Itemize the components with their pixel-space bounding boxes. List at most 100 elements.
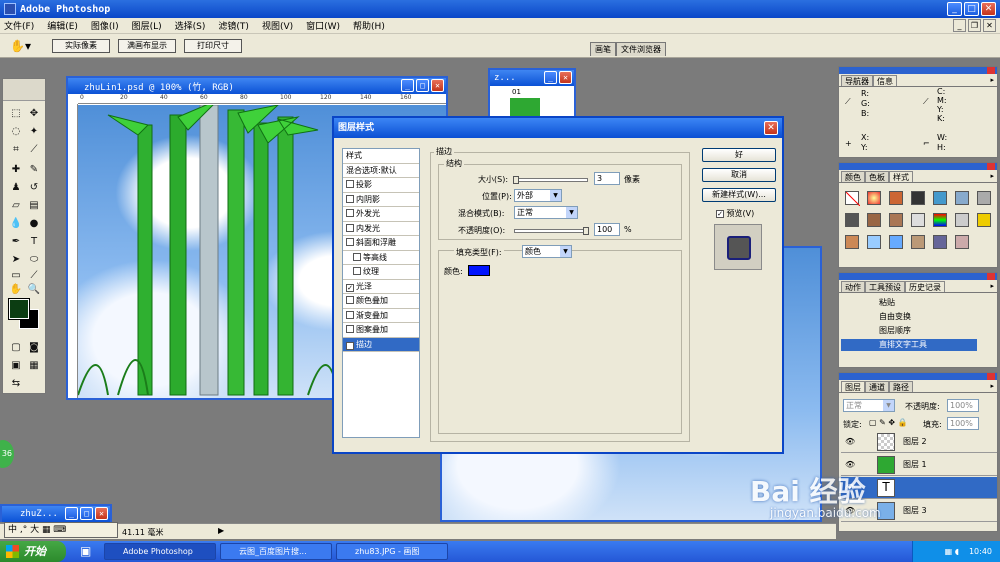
doc2-title-bar[interactable]: z... _ ✕ (490, 70, 574, 86)
style-swatch[interactable] (977, 213, 991, 227)
eraser-tool-icon[interactable]: ▱ (9, 199, 23, 213)
opacity-slider-knob[interactable] (583, 227, 589, 235)
checkbox[interactable] (346, 296, 354, 304)
style-swatch[interactable] (911, 235, 925, 249)
zoom-tool-icon[interactable]: 🔍 (27, 283, 41, 297)
taskbar-item-browser[interactable]: 云图_百度图片搜... (220, 543, 332, 560)
ime-toolbar[interactable]: 中 ,° 大 ▦ ⌨ (4, 522, 118, 538)
style-item-blending[interactable]: 混合选项:默认 (343, 164, 419, 178)
slice-tool-icon[interactable]: ⟋ (27, 143, 41, 157)
style-item-styles[interactable]: 样式 (343, 149, 419, 164)
doc1-close-button[interactable]: ✕ (431, 79, 444, 92)
style-swatch[interactable] (845, 235, 859, 249)
pen-tool-icon[interactable]: ✒ (9, 235, 23, 249)
layer-opacity-input[interactable]: 100% (947, 399, 979, 412)
print-size-button[interactable]: 打印尺寸 (184, 39, 242, 53)
foreground-color-swatch[interactable] (8, 298, 30, 320)
panel-close-icon[interactable] (987, 273, 995, 280)
style-item-stroke[interactable]: ✓ 描边 (343, 337, 419, 352)
tab-styles[interactable]: 样式 (889, 171, 913, 182)
document-window-small[interactable]: z... _ ✕ 01 (488, 68, 576, 120)
checkbox[interactable] (346, 209, 354, 217)
panel-close-icon[interactable] (987, 163, 995, 170)
tab-brushes[interactable]: 画笔 (590, 42, 616, 56)
new-style-button[interactable]: 新建样式(W)... (702, 188, 776, 202)
history-brush-icon[interactable]: ↺ (27, 181, 41, 195)
panel-title-bar[interactable] (839, 373, 997, 380)
blend-mode-select[interactable]: 正常 ▼ (843, 399, 895, 412)
size-slider-knob[interactable] (513, 176, 519, 184)
panel-menu-icon[interactable]: ▸ (990, 76, 994, 84)
status-arrow-icon[interactable]: ▶ (218, 526, 224, 535)
fit-screen-button[interactable]: 满画布显示 (118, 39, 176, 53)
style-item-inner-glow[interactable]: 内发光 (343, 222, 419, 236)
eye-icon[interactable]: 👁 (845, 437, 855, 446)
type-tool-icon[interactable]: T (27, 235, 41, 249)
marquee-tool-icon[interactable]: ⬚ (9, 107, 23, 121)
menu-filter[interactable]: 滤镜(T) (218, 19, 249, 32)
panel-menu-icon[interactable]: ▸ (990, 282, 994, 290)
quickmask-mode-icon[interactable]: ◙ (27, 341, 41, 355)
lock-icons[interactable]: ▢ ✎ ✥ 🔒 (869, 418, 908, 427)
style-item-color-overlay[interactable]: 颜色叠加 (343, 294, 419, 309)
doc1-maximize-button[interactable]: □ (416, 79, 429, 92)
style-item-drop-shadow[interactable]: 投影 (343, 178, 419, 193)
style-item-satin[interactable]: ✓ 光泽 (343, 280, 419, 294)
doc3-close-button[interactable]: ✕ (95, 507, 108, 520)
panel-close-icon[interactable] (987, 373, 995, 380)
taskbar-item-photoshop[interactable]: Adobe Photoshop (104, 543, 216, 560)
style-swatch[interactable] (845, 213, 859, 227)
doc3-maximize-button[interactable]: □ (80, 507, 93, 520)
style-swatch[interactable] (955, 235, 969, 249)
history-item[interactable]: 粘贴 (841, 297, 977, 309)
stroke-color-swatch[interactable] (468, 265, 490, 276)
style-swatch[interactable] (867, 213, 881, 227)
tab-file-browser[interactable]: 文件浏览器 (616, 42, 666, 56)
checkbox-checked[interactable]: ✓ (346, 341, 354, 350)
doc1-minimize-button[interactable]: _ (401, 79, 414, 92)
start-button[interactable]: 开始 (0, 541, 66, 562)
style-item-inner-shadow[interactable]: 内阴影 (343, 193, 419, 207)
menu-view[interactable]: 视图(V) (262, 19, 293, 32)
taskbar-item-paint[interactable]: zhu83.JPG - 画图 (336, 543, 448, 560)
style-item-texture[interactable]: 纹理 (343, 265, 419, 280)
minimize-button[interactable]: _ (947, 2, 962, 16)
doc3-title-bar[interactable]: zhuZ... _ □ ✕ (2, 506, 110, 522)
doc-close-button[interactable]: ✕ (983, 19, 996, 32)
panel-close-icon[interactable] (987, 67, 995, 74)
menu-edit[interactable]: 编辑(E) (47, 19, 78, 32)
style-swatch[interactable] (955, 213, 969, 227)
checkbox[interactable] (346, 194, 354, 203)
eyedropper-icon[interactable]: ⟋ (27, 269, 41, 283)
checkbox[interactable] (346, 325, 354, 333)
gradient-tool-icon[interactable]: ▤ (27, 199, 41, 213)
actual-pixels-button[interactable]: 实际像素 (52, 39, 110, 53)
style-swatch[interactable] (933, 213, 947, 227)
fill-type-select[interactable]: 颜色 ▼ (522, 245, 572, 258)
maximize-button[interactable]: □ (964, 2, 979, 16)
style-item-gradient-overlay[interactable]: 渐变叠加 (343, 309, 419, 323)
panel-title-bar[interactable] (839, 273, 997, 280)
style-swatch[interactable] (955, 191, 969, 205)
close-button[interactable]: ✕ (981, 2, 996, 16)
panel-title-bar[interactable] (839, 67, 997, 74)
doc-restore-button[interactable]: ❐ (968, 19, 981, 32)
style-swatch-none[interactable] (845, 191, 861, 207)
style-swatch[interactable] (867, 191, 881, 205)
panel-menu-icon[interactable]: ▸ (990, 382, 994, 390)
size-input[interactable]: 3 (594, 172, 620, 185)
network-icon[interactable]: ▦ ◖ (945, 547, 959, 556)
style-swatch[interactable] (889, 191, 903, 205)
screen-mode-icon[interactable]: ▣ (9, 359, 23, 373)
tab-info[interactable]: 信息 (873, 75, 897, 86)
opacity-input[interactable]: 100 (594, 223, 620, 236)
hand-tool-icon-box[interactable]: ✋ (9, 283, 23, 297)
stamp-tool-icon[interactable]: ♟ (9, 181, 23, 195)
tab-color[interactable]: 颜色 (841, 171, 865, 182)
checkbox[interactable] (353, 252, 361, 261)
floating-badge[interactable]: 36 (0, 440, 14, 468)
crop-tool-icon[interactable]: ⌗ (9, 143, 23, 157)
checkbox[interactable] (353, 267, 361, 275)
show-desktop-icon[interactable]: ▣ (80, 544, 91, 558)
preview-checkbox[interactable]: ✓ 预览(V) (716, 208, 754, 219)
